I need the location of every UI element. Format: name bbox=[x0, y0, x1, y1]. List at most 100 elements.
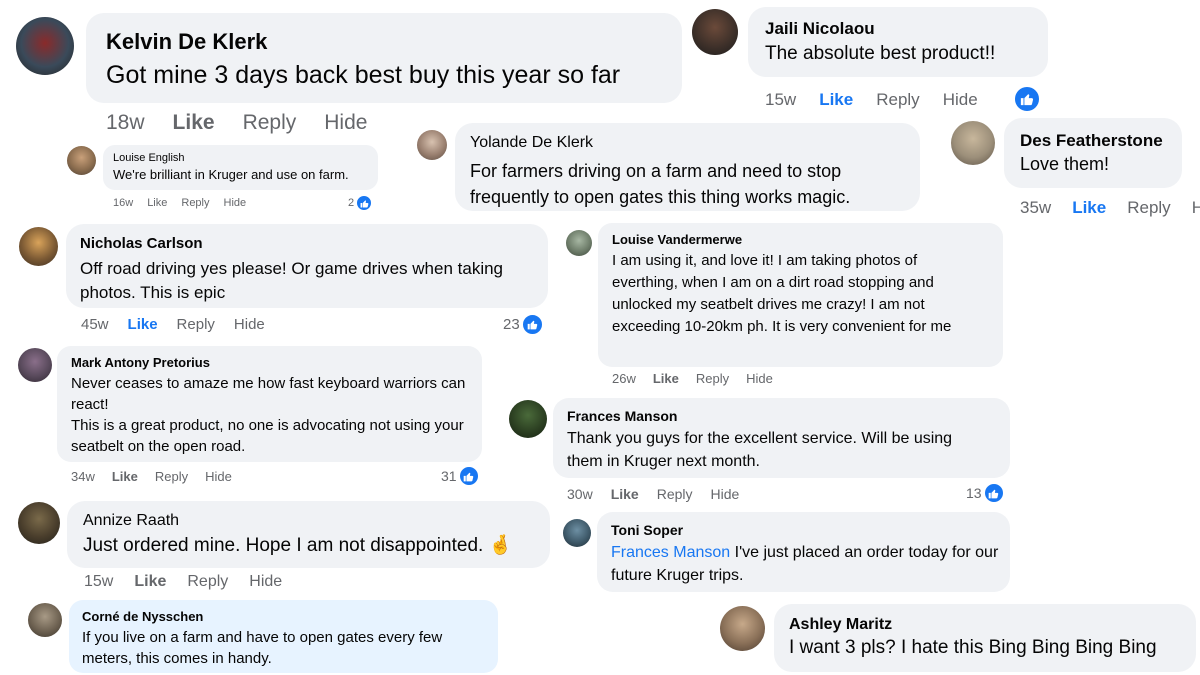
reply-button[interactable]: Reply bbox=[187, 573, 228, 591]
reaction-count[interactable]: 2 bbox=[348, 194, 374, 212]
comment-text: Off road driving yes please! Or game dri… bbox=[80, 259, 504, 302]
comment-bubble: Toni Soper Frances Manson I've just plac… bbox=[597, 512, 1010, 592]
hide-button[interactable]: H bbox=[1192, 198, 1200, 218]
comment-age[interactable]: 16w bbox=[113, 197, 133, 209]
commenter-name[interactable]: Yolande De Klerk bbox=[470, 134, 905, 152]
comment-actions: 34w Like Reply Hide bbox=[71, 469, 232, 484]
comment-text: We're brilliant in Kruger and use on far… bbox=[113, 167, 349, 182]
like-reaction-icon bbox=[457, 465, 480, 487]
comment-age[interactable]: 30w bbox=[567, 486, 593, 502]
comment-actions: 35w Like Reply H bbox=[1020, 198, 1200, 218]
comment-actions: 18w Like Reply Hide bbox=[106, 111, 367, 135]
comment-actions: 26w Like Reply Hide bbox=[612, 371, 773, 386]
reaction-count[interactable] bbox=[1013, 85, 1041, 113]
avatar[interactable] bbox=[18, 348, 52, 382]
hide-button[interactable]: Hide bbox=[746, 371, 773, 386]
avatar[interactable] bbox=[951, 121, 995, 165]
comment-age[interactable]: 35w bbox=[1020, 198, 1051, 218]
reaction-count[interactable]: 23 bbox=[503, 313, 544, 336]
avatar[interactable] bbox=[509, 400, 547, 438]
mentioned-user-link[interactable]: Frances Manson bbox=[611, 544, 730, 561]
hide-button[interactable]: Hide bbox=[324, 111, 367, 135]
reply-button[interactable]: Reply bbox=[876, 90, 919, 110]
comment-text: Got mine 3 days back best buy this year … bbox=[106, 61, 621, 89]
comment-text: The absolute best product!! bbox=[765, 43, 996, 64]
comment-bubble: Corné de Nysschen If you live on a farm … bbox=[69, 600, 498, 673]
commenter-name[interactable]: Nicholas Carlson bbox=[80, 235, 534, 252]
comment-text-line2: This is a great product, no one is advoc… bbox=[71, 417, 464, 455]
like-reaction-icon bbox=[982, 482, 1005, 504]
comment-text: Thank you guys for the excellent service… bbox=[567, 430, 953, 470]
like-button[interactable]: Like bbox=[653, 371, 679, 386]
avatar[interactable] bbox=[692, 9, 738, 55]
comment-bubble: Mark Antony Pretorius Never ceases to am… bbox=[57, 346, 482, 462]
avatar[interactable] bbox=[19, 227, 58, 266]
like-button[interactable]: Like bbox=[173, 111, 215, 135]
commenter-name[interactable]: Annize Raath bbox=[83, 512, 534, 530]
like-reaction-icon bbox=[1013, 85, 1041, 113]
comment-text: Frances Manson I've just placed an order… bbox=[611, 541, 1001, 587]
comment-bubble: Louise English We're brilliant in Kruger… bbox=[103, 145, 378, 190]
avatar[interactable] bbox=[566, 230, 592, 256]
commenter-name[interactable]: Louise Vandermerwe bbox=[612, 232, 989, 247]
commenter-name[interactable]: Corné de Nysschen bbox=[82, 609, 485, 624]
comment-bubble: Frances Manson Thank you guys for the ex… bbox=[553, 398, 1010, 478]
reply-button[interactable]: Reply bbox=[696, 371, 729, 386]
reply-button[interactable]: Reply bbox=[1127, 198, 1170, 218]
commenter-name[interactable]: Des Featherstone bbox=[1020, 131, 1166, 151]
comment-age[interactable]: 18w bbox=[106, 111, 145, 135]
comment-bubble: Kelvin De Klerk Got mine 3 days back bes… bbox=[86, 13, 682, 103]
comment-age[interactable]: 15w bbox=[84, 573, 113, 591]
avatar[interactable] bbox=[417, 130, 447, 160]
comment-bubble: Jaili Nicolaou The absolute best product… bbox=[748, 7, 1048, 77]
reply-button[interactable]: Reply bbox=[657, 486, 693, 502]
reaction-count[interactable]: 13 bbox=[966, 482, 1005, 504]
comment-text: For farmers driving on a farm and need t… bbox=[470, 161, 851, 207]
comment-age[interactable]: 15w bbox=[765, 90, 796, 110]
comment-age[interactable]: 26w bbox=[612, 371, 636, 386]
avatar[interactable] bbox=[16, 17, 74, 75]
comment-actions: 15w Like Reply Hide bbox=[84, 573, 282, 591]
avatar[interactable] bbox=[18, 502, 60, 544]
reply-button[interactable]: Reply bbox=[155, 469, 188, 484]
commenter-name[interactable]: Kelvin De Klerk bbox=[106, 29, 662, 55]
comment-text: Love them! bbox=[1020, 154, 1110, 174]
commenter-name[interactable]: Ashley Maritz bbox=[789, 616, 1181, 634]
comment-bubble: Ashley Maritz I want 3 pls? I hate this … bbox=[774, 604, 1196, 672]
commenter-name[interactable]: Mark Antony Pretorius bbox=[71, 355, 468, 370]
avatar[interactable] bbox=[720, 606, 765, 651]
reply-button[interactable]: Reply bbox=[177, 316, 215, 333]
comment-bubble: Nicholas Carlson Off road driving yes pl… bbox=[66, 224, 548, 308]
avatar[interactable] bbox=[563, 519, 591, 547]
avatar[interactable] bbox=[67, 146, 96, 175]
hide-button[interactable]: Hide bbox=[943, 90, 978, 110]
hide-button[interactable]: Hide bbox=[234, 316, 265, 333]
comment-actions: 15w Like Reply Hide bbox=[765, 90, 978, 110]
reply-button[interactable]: Reply bbox=[181, 197, 209, 209]
like-reaction-icon bbox=[355, 194, 374, 212]
hide-button[interactable]: Hide bbox=[205, 469, 232, 484]
hide-button[interactable]: Hide bbox=[711, 486, 740, 502]
comment-actions: 45w Like Reply Hide bbox=[81, 316, 265, 333]
reaction-number: 13 bbox=[966, 485, 982, 501]
like-button[interactable]: Like bbox=[134, 573, 166, 591]
like-button[interactable]: Like bbox=[147, 197, 167, 209]
reaction-number: 2 bbox=[348, 197, 355, 209]
comment-age[interactable]: 34w bbox=[71, 469, 95, 484]
commenter-name[interactable]: Toni Soper bbox=[611, 522, 996, 538]
comment-age[interactable]: 45w bbox=[81, 316, 109, 333]
commenter-name[interactable]: Frances Manson bbox=[567, 408, 996, 424]
like-reaction-icon bbox=[520, 313, 544, 336]
avatar[interactable] bbox=[28, 603, 62, 637]
like-button[interactable]: Like bbox=[112, 469, 138, 484]
reaction-count[interactable]: 31 bbox=[441, 465, 480, 487]
commenter-name[interactable]: Jaili Nicolaou bbox=[765, 19, 1031, 39]
hide-button[interactable]: Hide bbox=[224, 197, 247, 209]
like-button[interactable]: Like bbox=[1072, 198, 1106, 218]
hide-button[interactable]: Hide bbox=[249, 573, 282, 591]
reply-button[interactable]: Reply bbox=[243, 111, 297, 135]
like-button[interactable]: Like bbox=[128, 316, 158, 333]
like-button[interactable]: Like bbox=[611, 486, 639, 502]
commenter-name[interactable]: Louise English bbox=[113, 152, 368, 164]
like-button[interactable]: Like bbox=[819, 90, 853, 110]
